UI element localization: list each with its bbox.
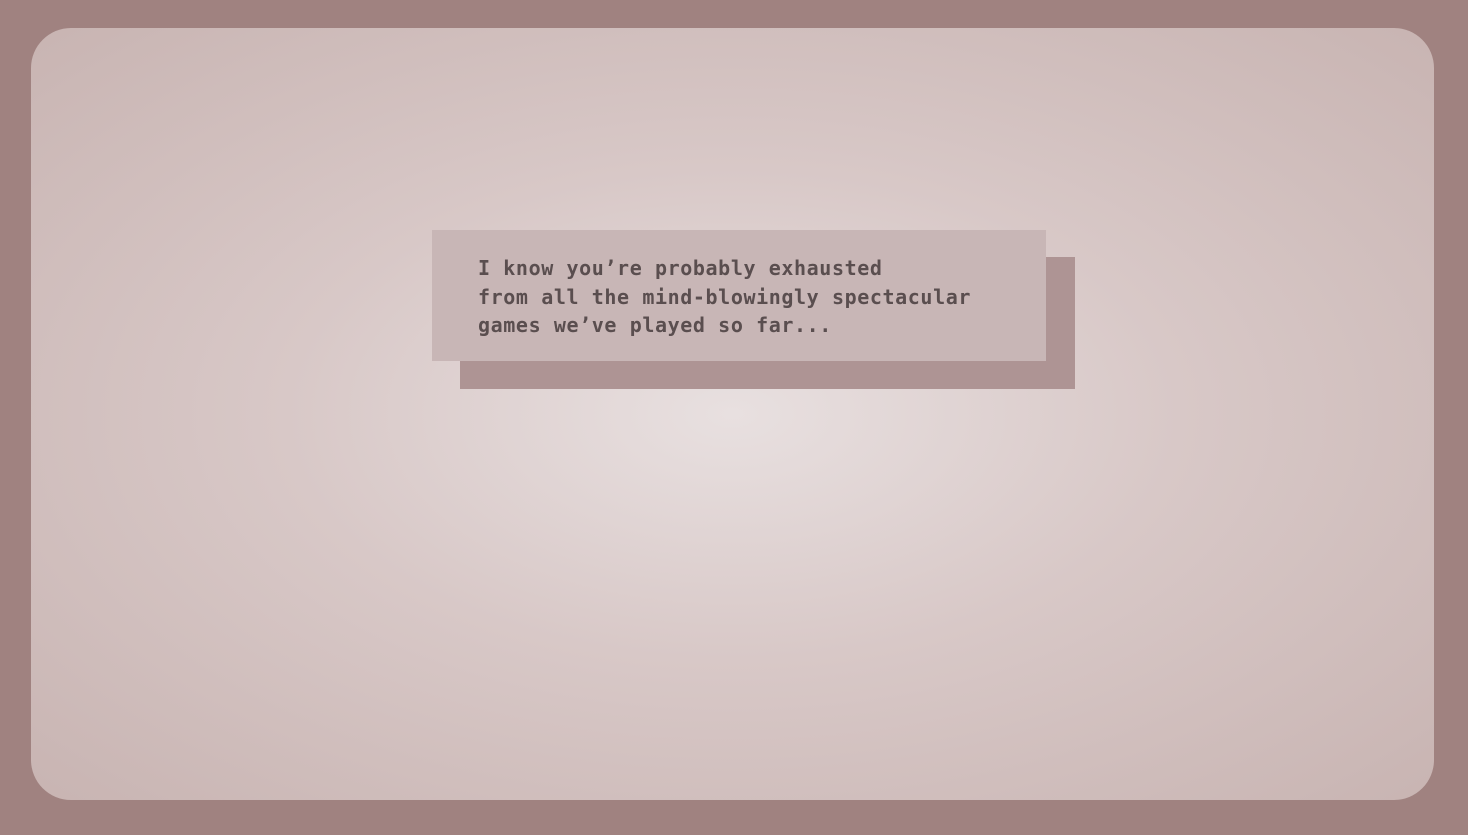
dialog-line: from all the mind-blowingly spectacular: [478, 284, 971, 309]
dialog-line: games we’ve played so far...: [478, 313, 832, 337]
dialog-line: I know you’re probably exhausted: [478, 256, 883, 280]
game-screen: I know you’re probably exhausted from al…: [31, 28, 1434, 800]
dialog-box[interactable]: I know you’re probably exhausted from al…: [432, 230, 1046, 361]
